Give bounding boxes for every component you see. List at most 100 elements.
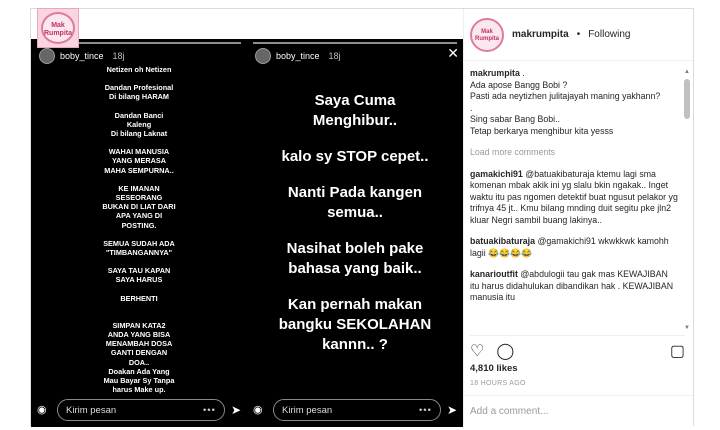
story-reply-field: Kirim pesan ••• [57, 399, 225, 421]
story-line: bahasa yang baik.. [288, 260, 422, 277]
story-avatar [255, 48, 271, 64]
story-line: SIMPAN KATA2 [112, 320, 166, 330]
story-line: POSTING. [121, 220, 157, 230]
post-time: 18 HOURS AGO [470, 380, 526, 387]
comment: batuakibaturaja @gamakichi91 wkwkkwk kam… [470, 236, 679, 259]
story-line: Dandan Profesional [104, 83, 174, 93]
story-reply-field: Kirim pesan ••• [273, 399, 441, 421]
account-name[interactable]: makrumpita [512, 29, 569, 40]
story-line: bangku SEKOLAHAN [278, 316, 432, 333]
story-line: kannn.. ? [322, 336, 388, 353]
comment-user[interactable]: batuakibaturaja [470, 236, 535, 246]
comments-list: makrumpita . Ada apose Bangg Bobi ? Past… [470, 68, 679, 332]
story-line: Doakan Ada Yang [108, 366, 170, 376]
story-avatar [39, 48, 55, 64]
comment-icon[interactable]: ◯ [496, 341, 514, 361]
post-side-panel: Mak Rumpita makrumpita • Following makru… [463, 9, 693, 427]
story-screenshot-2: boby_tince 18j ✕ Saya Cuma Menghibur.. kal… [247, 39, 463, 427]
story-line: SAYA TAU KAPAN [107, 266, 171, 276]
story-line: YANG MERASA [111, 156, 167, 166]
story-line: Nanti Pada kangen [287, 184, 423, 201]
story-line: harus Make up. [112, 385, 166, 395]
story-line: "TIMBANGANNYA" [105, 248, 173, 258]
story-header: boby_tince 18j [255, 47, 341, 65]
scrollbar-thumb[interactable] [684, 79, 690, 119]
story-line: BUKAN DI LIAT DARI [102, 202, 176, 212]
story-line: APA YANG DI [115, 211, 163, 221]
separator-dot: • [576, 29, 581, 40]
story-line: MENAMBAH DOSA [105, 339, 173, 349]
story-reply-bar: ◉ Kirim pesan ••• ➤ [253, 399, 457, 421]
bookmark-icon[interactable]: ▢ [670, 341, 685, 361]
story-time: 18j [328, 51, 341, 61]
story-text: Saya Cuma Menghibur.. kalo sy STOP cepet..… [247, 91, 463, 355]
post-actions: ♡ ◯ ▢ [470, 335, 685, 361]
story-line: WAHAI MANUSIA [108, 147, 170, 157]
story-line: SESEORANG [115, 193, 163, 203]
story-line: BERHENTI [120, 293, 158, 303]
caption: makrumpita . Ada apose Bangg Bobi ? Past… [470, 68, 661, 136]
scroll-up-icon[interactable]: ▲ [683, 69, 691, 75]
likes-count[interactable]: 4,810 likes [470, 363, 518, 374]
story-line: Kan pernah makan [287, 296, 423, 313]
story-progress-bar [253, 42, 457, 44]
send-icon: ➤ [446, 403, 457, 417]
story-line: SEMUA SUDAH ADA [103, 238, 175, 248]
scroll-down-icon[interactable]: ▼ [683, 325, 691, 331]
camera-icon: ◉ [253, 404, 263, 416]
post-media[interactable]: boby_tince 18j Netizen oh Netizen Dandan … [31, 39, 463, 427]
story-line: KE IMANAN [118, 183, 160, 193]
story-screenshot-1: boby_tince 18j Netizen oh Netizen Dandan … [31, 39, 247, 427]
camera-icon: ◉ [37, 404, 47, 416]
send-icon: ➤ [230, 403, 241, 417]
comments-scrollbar[interactable]: ▲ ▼ [683, 69, 691, 331]
comment-user[interactable]: kanarioutfit [470, 269, 518, 279]
heart-icon[interactable]: ♡ [470, 341, 484, 361]
story-time: 18j [112, 51, 125, 61]
story-header: boby_tince 18j [39, 47, 125, 65]
story-line: Di bilang Laknat [110, 129, 168, 139]
instagram-post: boby_tince 18j Netizen oh Netizen Dandan … [30, 8, 694, 427]
story-line: Nasihat boleh pake [286, 240, 424, 257]
account-avatar[interactable]: Mak Rumpita [470, 17, 504, 52]
story-line: Netizen oh Netizen [106, 65, 172, 74]
story-username: boby_tince [60, 51, 104, 61]
story-line: Di bilang HARAM [109, 92, 169, 102]
story-text: Netizen oh Netizen Dandan Profesional Di b… [31, 65, 247, 394]
story-line: kalo sy STOP cepet.. [281, 148, 429, 165]
story-line: ANDA YANG BISA [107, 330, 171, 340]
brand-logo: Mak Rumpita [37, 8, 79, 48]
story-line: GANTI DENGAN [110, 348, 168, 358]
load-more-comments[interactable]: Load more comments [470, 147, 679, 159]
more-icon: ••• [202, 404, 216, 416]
story-reply-bar: ◉ Kirim pesan ••• ➤ [37, 399, 241, 421]
caption-user[interactable]: makrumpita [470, 68, 520, 78]
comment: gamakichi91 @batuakibaturaja ktemu lagi … [470, 169, 679, 227]
story-line: Mau Bayar Sy Tanpa [103, 376, 175, 386]
more-icon: ••• [418, 404, 432, 416]
story-line: DOA.. [128, 357, 150, 367]
add-comment-input[interactable]: Add a comment... [464, 395, 693, 427]
story-line: MAHA SEMPURNA.. [104, 165, 174, 175]
close-icon: ✕ [447, 45, 459, 61]
story-line: Kaleng [126, 119, 152, 129]
comment: kanarioutfit @abdulogii tau gak mas KEWA… [470, 269, 679, 304]
follow-button[interactable]: Following [588, 29, 630, 40]
story-line: SAYA HARUS [115, 275, 163, 285]
comment-user[interactable]: gamakichi91 [470, 169, 523, 179]
story-line: Saya Cuma [314, 92, 396, 109]
story-username: boby_tince [276, 51, 320, 61]
story-line: Dandan Banci [114, 110, 164, 120]
